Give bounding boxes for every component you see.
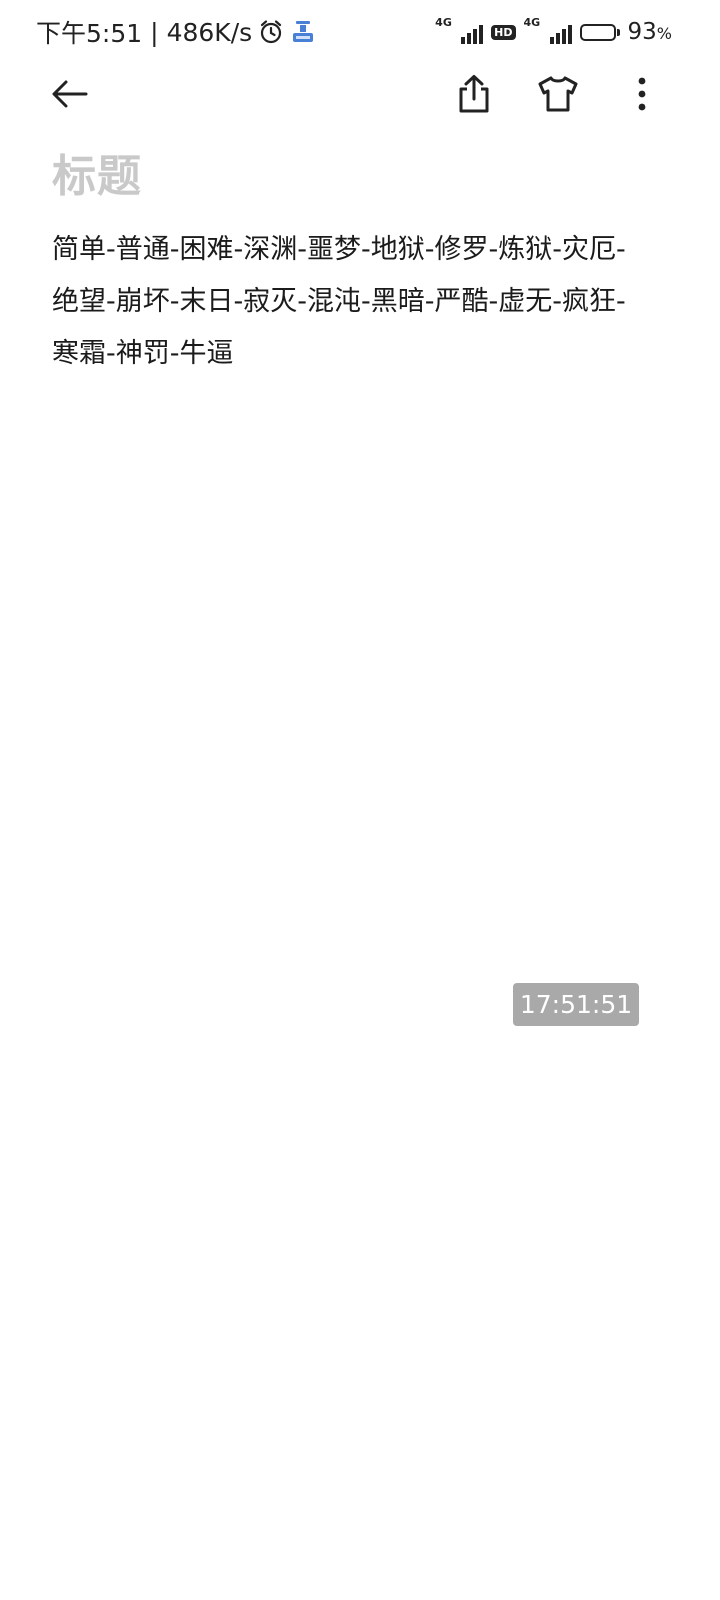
- signal2-bars: [549, 25, 572, 44]
- alarm-clock-icon: [258, 19, 284, 45]
- battery-percent: 93%: [627, 19, 672, 45]
- signal-4g-icon: 4G: [435, 16, 484, 46]
- note-body-text[interactable]: 简单-普通-困难-深渊-噩梦-地狱-修罗-炼狱-灾厄-绝望-崩坏-末日-寂灭-混…: [52, 224, 652, 380]
- network-speed: 486K/s: [166, 17, 253, 47]
- signal-4g-icon-2: 4G: [523, 16, 572, 46]
- status-right: 4G HD 4G 93%: [435, 14, 672, 50]
- tshirt-icon: [538, 76, 578, 112]
- signal1-bars: [461, 25, 484, 44]
- status-bar: 下午5:51 | 486K/s 4G HD 4G 93%: [0, 0, 720, 64]
- status-left: 下午5:51 | 486K/s: [36, 14, 316, 50]
- note-toolbar: [0, 64, 720, 124]
- more-vertical-icon: [638, 77, 646, 111]
- more-options-button[interactable]: [614, 66, 670, 122]
- app-notification-icon: [290, 19, 316, 45]
- hd-badge: HD: [491, 24, 516, 40]
- status-time: 下午5:51: [36, 19, 143, 48]
- arrow-left-icon: [52, 80, 88, 108]
- signal1-label: 4G: [435, 16, 452, 29]
- status-separator: |: [150, 17, 159, 47]
- note-title-field[interactable]: 标题: [52, 140, 142, 204]
- share-icon: [459, 75, 489, 113]
- theme-button[interactable]: [530, 66, 586, 122]
- timestamp-badge: 17:51:51: [513, 983, 639, 1026]
- battery-icon: [579, 23, 620, 41]
- share-button[interactable]: [446, 66, 502, 122]
- signal2-label: 4G: [523, 16, 541, 29]
- back-button[interactable]: [42, 66, 98, 122]
